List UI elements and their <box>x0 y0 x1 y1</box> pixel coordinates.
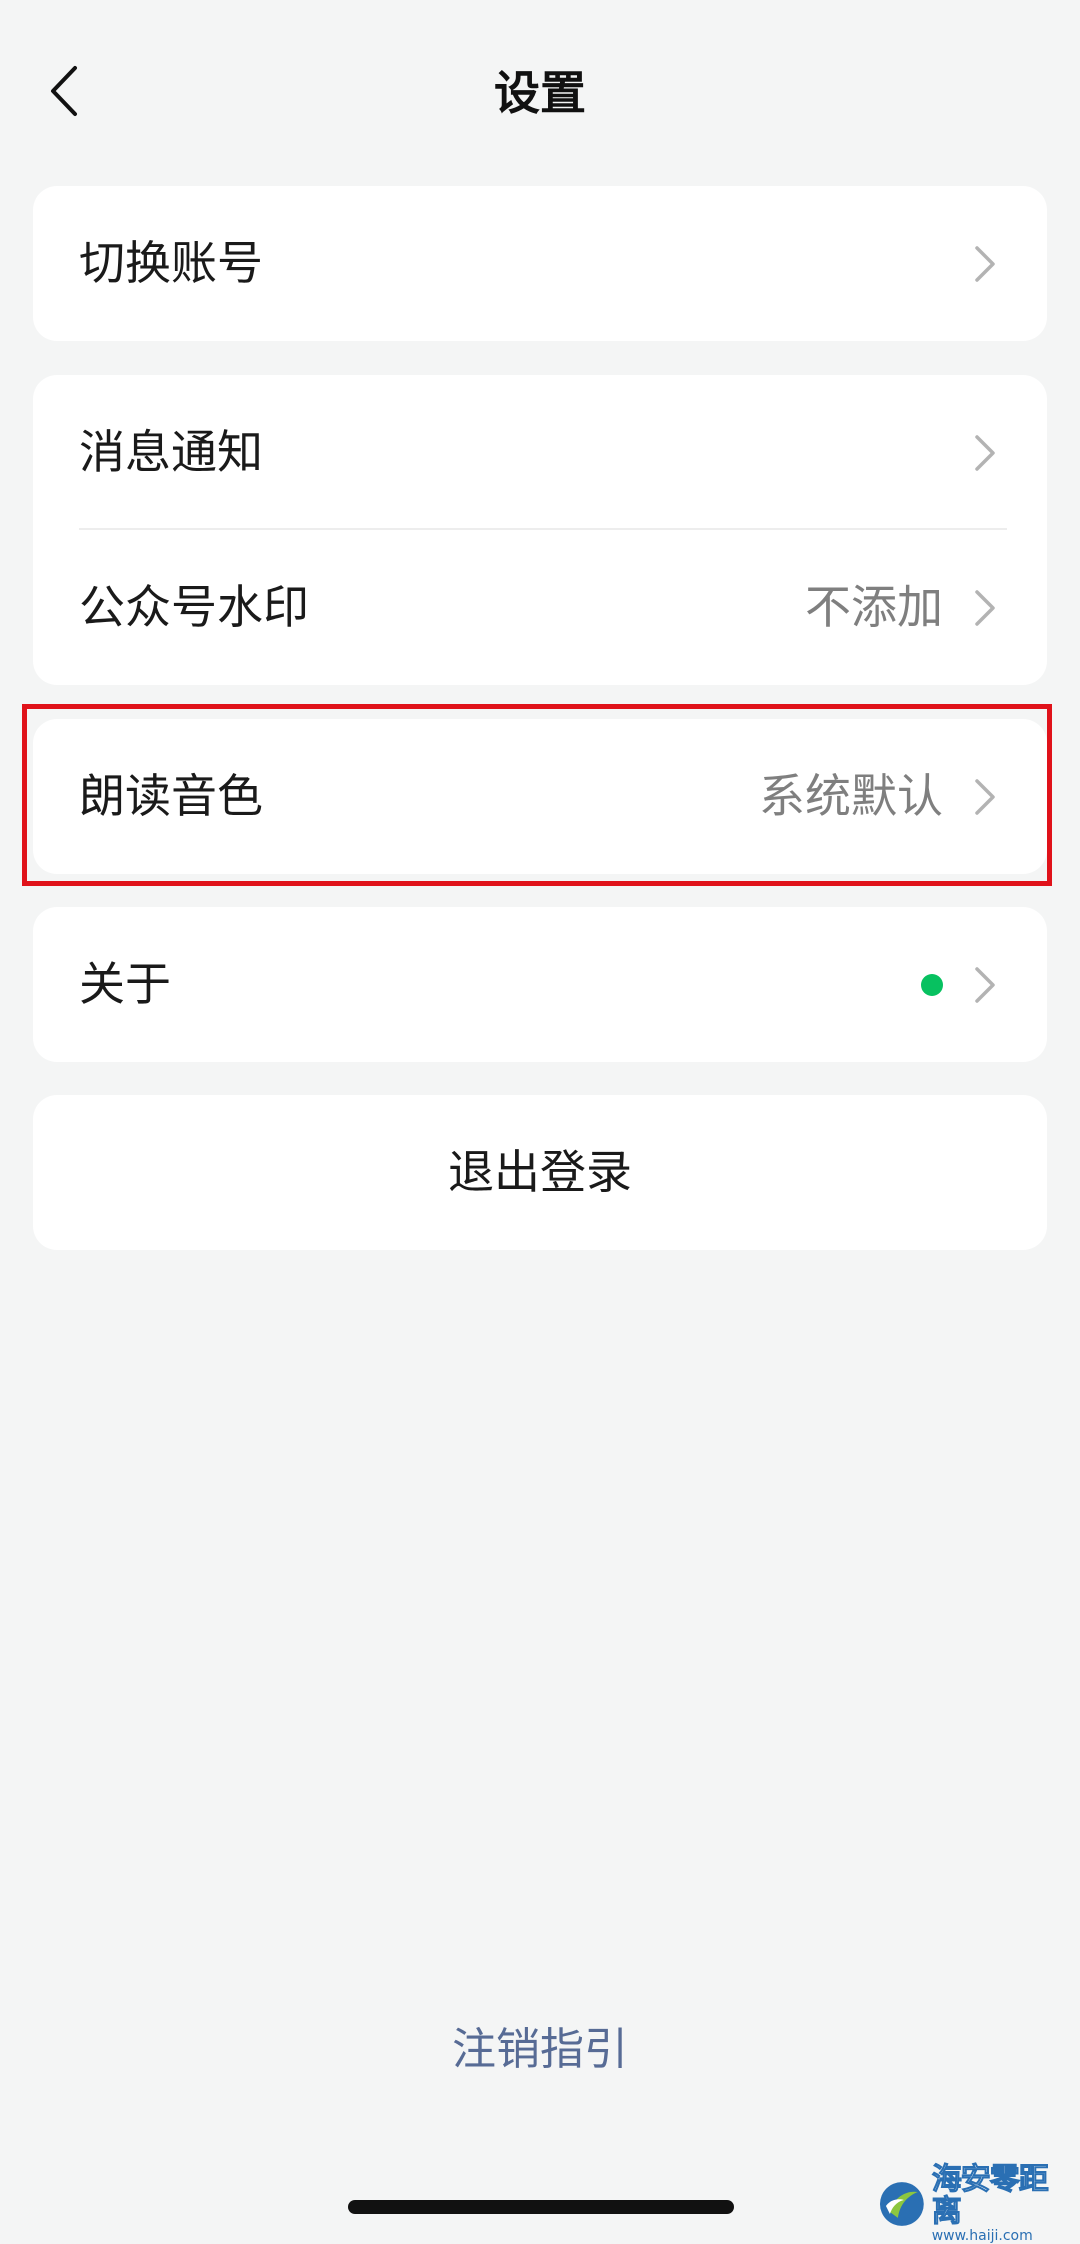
about-label: 关于 <box>79 957 171 1011</box>
chevron-right-icon <box>975 779 995 815</box>
notifications-row[interactable]: 消息通知 <box>33 375 1047 530</box>
new-badge-dot <box>921 974 943 996</box>
chevron-right-icon <box>975 590 995 626</box>
voice-row[interactable]: 朗读音色 系统默认 <box>33 719 1047 874</box>
page-title: 设置 <box>494 66 586 120</box>
watermark-value: 不添加 <box>805 580 943 634</box>
home-indicator[interactable] <box>348 2200 734 2214</box>
card-account: 切换账号 <box>33 186 1047 341</box>
watermark-brand-url: www.haiji.com <box>931 2228 1033 2244</box>
cancel-guide-link[interactable]: 注销指引 <box>0 2020 1080 2080</box>
card-voice: 朗读音色 系统默认 <box>33 719 1047 874</box>
watermark-brand-name: 海安零距离 <box>931 2162 1049 2229</box>
switch-account-label: 切换账号 <box>79 236 263 290</box>
site-watermark: 海安零距离 www.haiji.com <box>876 2163 1076 2244</box>
watermark-row[interactable]: 公众号水印 不添加 <box>33 530 1047 685</box>
logout-label: 退出登录 <box>448 1145 632 1199</box>
watermark-label: 公众号水印 <box>79 580 309 634</box>
card-about: 关于 <box>33 907 1047 1062</box>
chevron-right-icon <box>975 967 995 1003</box>
chevron-right-icon <box>975 246 995 282</box>
watermark-text: 海安零距离 www.haiji.com <box>931 2162 1076 2244</box>
site-logo-icon <box>879 2182 924 2226</box>
card-settings: 消息通知 公众号水印 不添加 <box>33 375 1047 685</box>
about-row[interactable]: 关于 <box>33 907 1047 1062</box>
voice-label: 朗读音色 <box>79 769 263 823</box>
voice-value: 系统默认 <box>759 769 943 823</box>
switch-account-row[interactable]: 切换账号 <box>33 186 1047 341</box>
logout-button[interactable]: 退出登录 <box>33 1095 1047 1250</box>
notifications-label: 消息通知 <box>79 425 263 479</box>
chevron-right-icon <box>975 435 995 471</box>
nav-bar: 设置 <box>0 0 1080 186</box>
